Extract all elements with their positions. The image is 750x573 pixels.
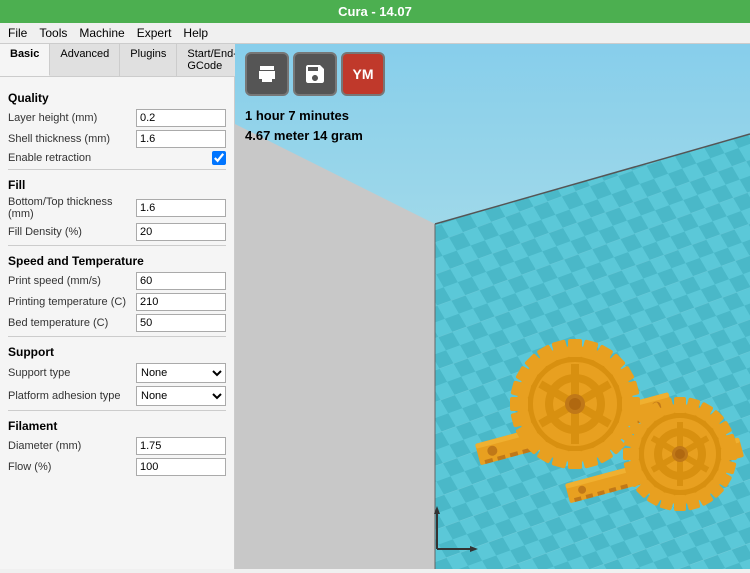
flow-input[interactable]: [136, 458, 226, 476]
platform-adhesion-row: Platform adhesion type None Brim Raft: [8, 386, 226, 406]
fill-density-row: Fill Density (%): [8, 223, 226, 241]
support-type-select[interactable]: None Touching buildplate Everywhere: [136, 363, 226, 383]
bottom-top-input[interactable]: [136, 199, 226, 217]
print-speed-input[interactable]: [136, 272, 226, 290]
print-info: 1 hour 7 minutes 4.67 meter 14 gram: [245, 106, 363, 145]
print-button[interactable]: [245, 52, 289, 96]
layer-height-row: Layer height (mm): [8, 109, 226, 127]
tab-plugins[interactable]: Plugins: [120, 44, 177, 76]
diameter-label: Diameter (mm): [8, 440, 136, 452]
bed-temp-input[interactable]: [136, 314, 226, 332]
shell-thickness-label: Shell thickness (mm): [8, 133, 136, 145]
platform-adhesion-select[interactable]: None Brim Raft: [136, 386, 226, 406]
menu-expert[interactable]: Expert: [137, 26, 172, 40]
viewport-panel: YM 1 hour 7 minutes 4.67 meter 14 gram: [235, 44, 750, 569]
bed-temp-row: Bed temperature (C): [8, 314, 226, 332]
tab-advanced[interactable]: Advanced: [50, 44, 120, 76]
title-bar: Cura - 14.07: [0, 0, 750, 23]
fill-density-input[interactable]: [136, 223, 226, 241]
toolbar-3d: YM: [245, 52, 385, 96]
support-type-row: Support type None Touching buildplate Ev…: [8, 363, 226, 383]
enable-retraction-label: Enable retraction: [8, 152, 212, 164]
flow-row: Flow (%): [8, 458, 226, 476]
speed-temp-section-title: Speed and Temperature: [8, 254, 226, 268]
enable-retraction-row: Enable retraction: [8, 151, 226, 165]
layer-height-input[interactable]: [136, 109, 226, 127]
tab-basic[interactable]: Basic: [0, 44, 50, 76]
save-button[interactable]: [293, 52, 337, 96]
print-material: 4.67 meter 14 gram: [245, 126, 363, 146]
print-speed-row: Print speed (mm/s): [8, 272, 226, 290]
bottom-top-label: Bottom/Top thickness (mm): [8, 196, 136, 220]
ym-button[interactable]: YM: [341, 52, 385, 96]
diameter-input[interactable]: [136, 437, 226, 455]
print-time: 1 hour 7 minutes: [245, 106, 363, 126]
shell-thickness-row: Shell thickness (mm): [8, 130, 226, 148]
filament-section-title: Filament: [8, 419, 226, 433]
support-type-label: Support type: [8, 367, 136, 379]
settings-form: Quality Layer height (mm) Shell thicknes…: [0, 77, 234, 569]
quality-section-title: Quality: [8, 91, 226, 105]
menu-file[interactable]: File: [8, 26, 27, 40]
menu-machine[interactable]: Machine: [79, 26, 124, 40]
3d-viewport: YM 1 hour 7 minutes 4.67 meter 14 gram: [235, 44, 750, 569]
menu-bar: File Tools Machine Expert Help: [0, 23, 750, 44]
fill-section-title: Fill: [8, 178, 226, 192]
diameter-row: Diameter (mm): [8, 437, 226, 455]
printing-temp-input[interactable]: [136, 293, 226, 311]
toolbar-row: YM: [245, 52, 385, 96]
fill-density-label: Fill Density (%): [8, 226, 136, 238]
left-panel: Basic Advanced Plugins Start/End-GCode Q…: [0, 44, 235, 569]
print-speed-label: Print speed (mm/s): [8, 275, 136, 287]
main-layout: Basic Advanced Plugins Start/End-GCode Q…: [0, 44, 750, 569]
printing-temp-label: Printing temperature (C): [8, 296, 136, 308]
menu-help[interactable]: Help: [183, 26, 208, 40]
layer-height-label: Layer height (mm): [8, 112, 136, 124]
platform-adhesion-label: Platform adhesion type: [8, 390, 136, 402]
bottom-top-row: Bottom/Top thickness (mm): [8, 196, 226, 220]
shell-thickness-input[interactable]: [136, 130, 226, 148]
support-section-title: Support: [8, 345, 226, 359]
menu-tools[interactable]: Tools: [39, 26, 67, 40]
flow-label: Flow (%): [8, 461, 136, 473]
enable-retraction-checkbox[interactable]: [212, 151, 226, 165]
bed-temp-label: Bed temperature (C): [8, 317, 136, 329]
printing-temp-row: Printing temperature (C): [8, 293, 226, 311]
app-title: Cura - 14.07: [338, 4, 412, 19]
tab-bar: Basic Advanced Plugins Start/End-GCode: [0, 44, 234, 77]
